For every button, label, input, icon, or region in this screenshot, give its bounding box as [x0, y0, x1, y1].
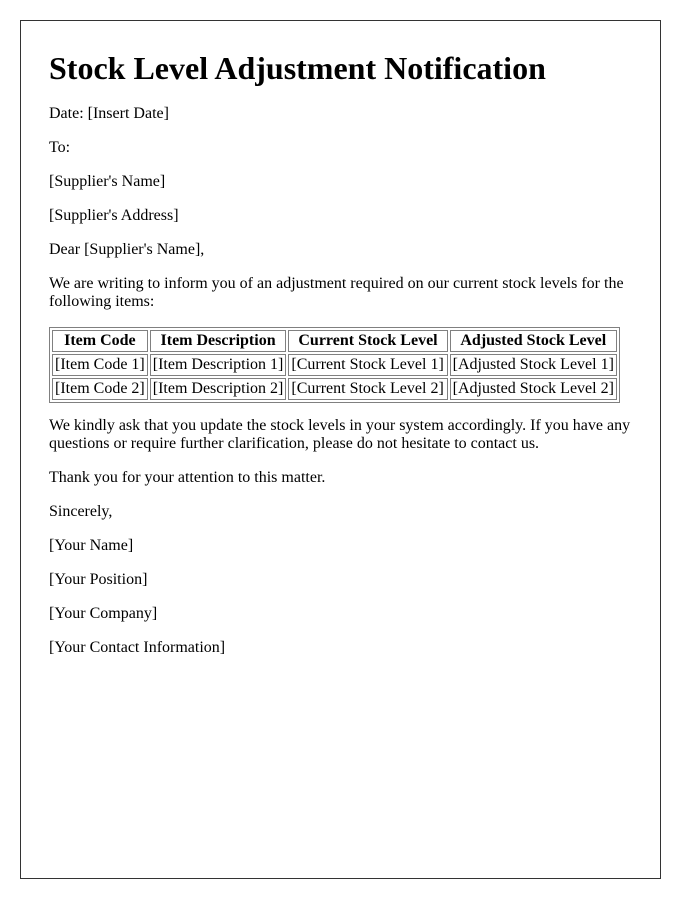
request-paragraph: We kindly ask that you update the stock …: [49, 417, 631, 452]
header-item-description: Item Description: [149, 330, 287, 352]
cell-adjusted-stock: [Adjusted Stock Level 1]: [449, 354, 617, 376]
cell-item-description: [Item Description 1]: [149, 354, 287, 376]
thanks-line: Thank you for your attention to this mat…: [49, 469, 326, 486]
table-row: [Item Code 1] [Item Description 1] [Curr…: [52, 354, 617, 376]
closing-line: Sincerely,: [49, 503, 113, 520]
intro-paragraph: We are writing to inform you of an adjus…: [49, 275, 624, 310]
signature-contact: [Your Contact Information]: [49, 639, 226, 656]
to-label: To:: [49, 139, 71, 156]
date-line: Date: [Insert Date]: [49, 105, 169, 122]
cell-current-stock: [Current Stock Level 2]: [288, 378, 448, 400]
salutation: Dear [Supplier's Name],: [49, 241, 205, 258]
cell-item-code: [Item Code 1]: [52, 354, 148, 376]
signature-position: [Your Position]: [49, 571, 148, 588]
header-adjusted-stock: Adjusted Stock Level: [449, 330, 617, 352]
header-current-stock: Current Stock Level: [288, 330, 448, 352]
header-item-code: Item Code: [52, 330, 148, 352]
supplier-address: [Supplier's Address]: [49, 207, 179, 224]
signature-name: [Your Name]: [49, 537, 134, 554]
table-row: [Item Code 2] [Item Description 2] [Curr…: [52, 378, 617, 400]
signature-company: [Your Company]: [49, 605, 158, 622]
supplier-name: [Supplier's Name]: [49, 173, 166, 190]
cell-item-description: [Item Description 2]: [149, 378, 287, 400]
cell-item-code: [Item Code 2]: [52, 378, 148, 400]
cell-adjusted-stock: [Adjusted Stock Level 2]: [449, 378, 617, 400]
cell-current-stock: [Current Stock Level 1]: [288, 354, 448, 376]
stock-table: Item Code Item Description Current Stock…: [49, 327, 620, 403]
letter: Stock Level Adjustment Notification Date…: [20, 20, 661, 879]
table-header-row: Item Code Item Description Current Stock…: [52, 330, 617, 352]
letter-title: Stock Level Adjustment Notification: [49, 50, 546, 86]
